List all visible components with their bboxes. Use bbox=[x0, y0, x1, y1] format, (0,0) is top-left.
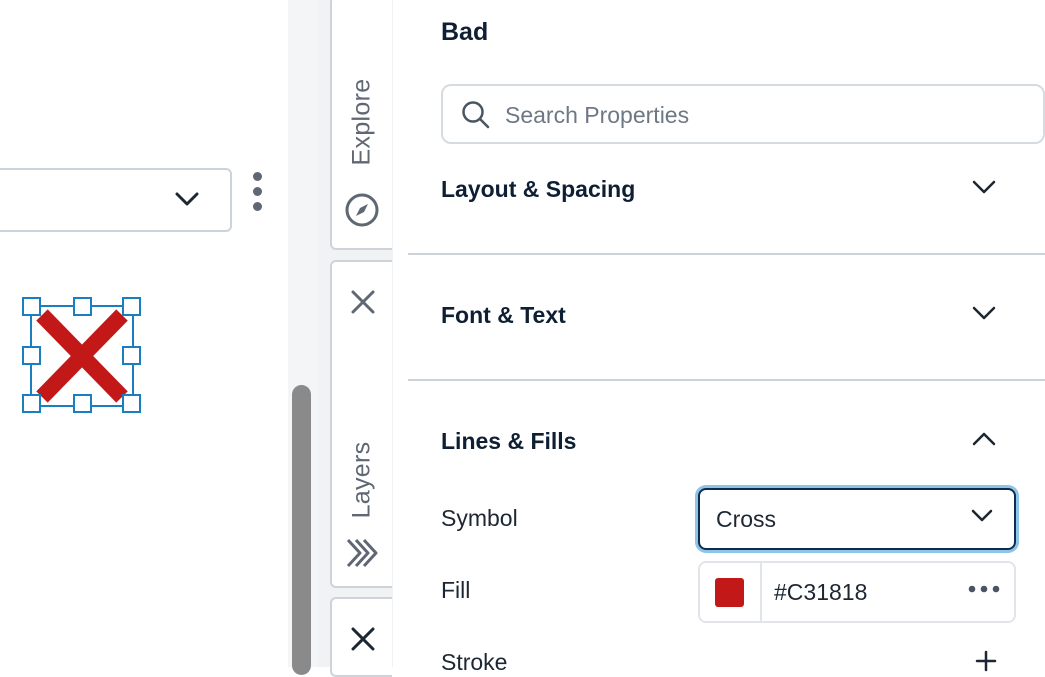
section-layout-spacing[interactable]: Layout & Spacing bbox=[408, 160, 1045, 220]
search-icon bbox=[462, 101, 490, 129]
design-canvas[interactable] bbox=[0, 0, 290, 667]
fill-label: Fill bbox=[441, 577, 471, 603]
layers-icon bbox=[346, 538, 378, 568]
divider bbox=[408, 379, 1045, 381]
more-options-icon[interactable] bbox=[250, 172, 266, 214]
chevron-up-icon bbox=[972, 432, 996, 446]
properties-panel: Bad Layout & Spacing Font & Text Lines &… bbox=[408, 0, 1045, 675]
search-properties[interactable] bbox=[441, 84, 1045, 144]
fill-color-field[interactable]: #C31818 bbox=[698, 561, 1016, 623]
cross-shape bbox=[36, 309, 128, 403]
chevron-down-icon bbox=[972, 180, 996, 194]
symbol-select[interactable]: Cross bbox=[698, 488, 1016, 550]
stroke-label: Stroke bbox=[441, 649, 508, 675]
close-icon[interactable] bbox=[349, 625, 377, 653]
symbol-select-value: Cross bbox=[716, 506, 777, 532]
canvas-dropdown[interactable] bbox=[0, 168, 232, 232]
search-input[interactable] bbox=[503, 96, 1027, 134]
symbol-label: Symbol bbox=[441, 505, 518, 531]
fill-swatch-button[interactable] bbox=[700, 563, 762, 621]
chevron-down-icon bbox=[175, 192, 199, 206]
fill-color-value[interactable]: #C31818 bbox=[774, 579, 867, 606]
canvas-scrollbar-thumb[interactable] bbox=[292, 385, 311, 675]
section-lines-fills[interactable]: Lines & Fills bbox=[408, 412, 1045, 472]
divider bbox=[408, 253, 1045, 255]
add-stroke-icon[interactable] bbox=[975, 650, 997, 672]
selected-cross-symbol[interactable] bbox=[22, 297, 142, 413]
tab-third[interactable] bbox=[330, 597, 392, 677]
chevron-down-icon bbox=[971, 509, 993, 522]
more-horizontal-icon[interactable] bbox=[968, 583, 1000, 595]
section-label: Lines & Fills bbox=[441, 428, 577, 454]
tab-layers-label: Layers bbox=[347, 441, 376, 519]
fill-color-swatch bbox=[715, 578, 744, 607]
section-label: Font & Text bbox=[441, 302, 566, 328]
tab-explore[interactable]: Explore bbox=[330, 0, 392, 250]
chevron-down-icon bbox=[972, 306, 996, 320]
compass-icon bbox=[345, 193, 379, 227]
panel-title: Bad bbox=[441, 18, 489, 46]
section-font-text[interactable]: Font & Text bbox=[408, 286, 1045, 346]
section-label: Layout & Spacing bbox=[441, 176, 636, 202]
tab-layers[interactable]: Layers bbox=[330, 260, 392, 588]
close-icon[interactable] bbox=[349, 288, 377, 316]
tab-explore-label: Explore bbox=[347, 78, 376, 166]
